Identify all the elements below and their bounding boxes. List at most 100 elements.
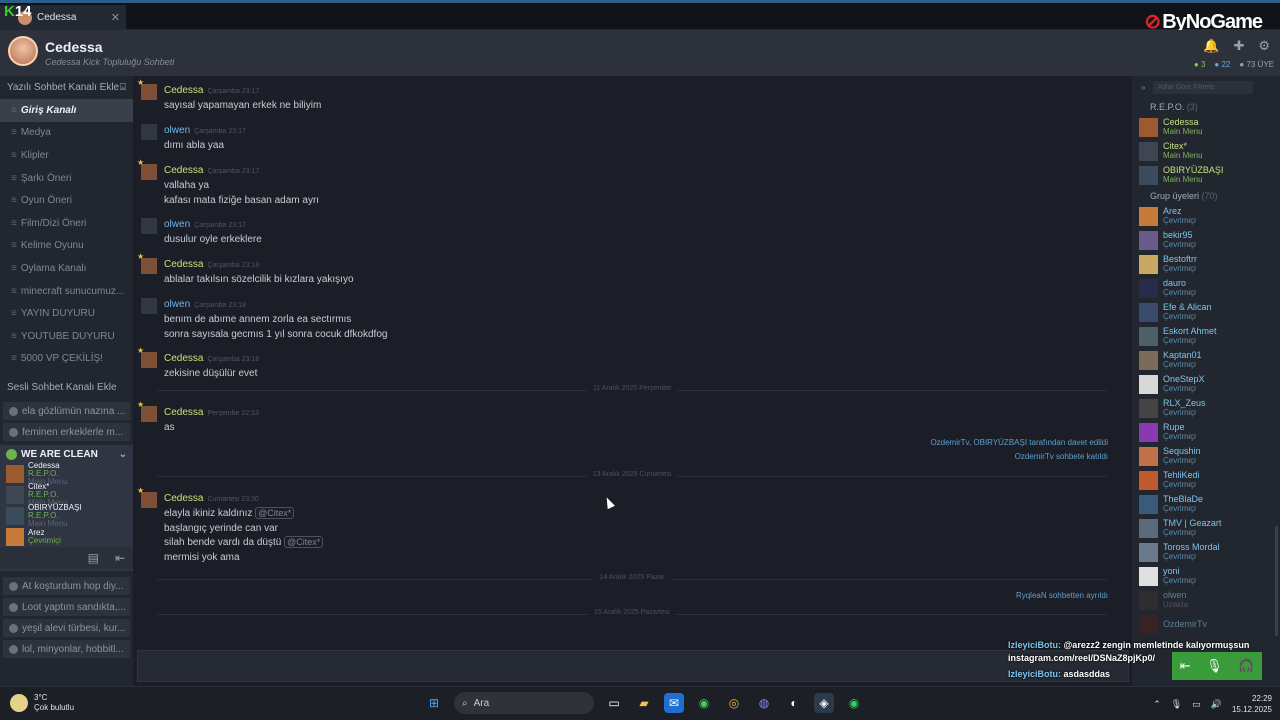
member-item[interactable]: Arez Çevrimiçi — [1132, 204, 1280, 228]
member-item[interactable]: OBIRYÜZBAŞI Main Menu — [1132, 163, 1280, 187]
member-item[interactable]: RLX_Zeus Çevrimiçi — [1132, 396, 1280, 420]
message-author[interactable]: Cedessa Çarşamba 23:18 — [164, 259, 259, 270]
avatar[interactable] — [141, 298, 157, 314]
channel-item[interactable]: ≡ Oyun Öneri — [0, 189, 133, 212]
channel-item[interactable]: ≡ YOUTUBE DUYURU — [0, 325, 133, 348]
message-author[interactable]: Cedessa Cumartesi 23:30 — [164, 493, 259, 504]
voice-channel-item[interactable]: ela gözlümün nazına ... — [3, 402, 130, 421]
voice-channel-item[interactable]: feminen erkeklerle m... — [3, 423, 130, 442]
voice-channel-item[interactable]: yeşil alevi türbesi, kur... — [3, 619, 130, 638]
voice-channel-item[interactable]: lol, minyonlar, hobbitl... — [3, 640, 130, 659]
spotify-icon[interactable]: ◉ — [844, 693, 864, 713]
overlay-chat-text: @arezz2 zengin memletinde kalıyormuşsun — [1063, 640, 1250, 650]
member-name: Rupe — [1163, 422, 1185, 432]
mention-tag[interactable]: @Citex* — [284, 536, 324, 548]
avatar[interactable] — [141, 124, 157, 140]
member-item[interactable]: OzdemirTv — [1132, 612, 1280, 636]
channel-item[interactable]: ≡ Klipler — [0, 144, 133, 167]
member-item[interactable]: TMV | Geazart Çevrimiçi — [1132, 516, 1280, 540]
avatar[interactable] — [137, 78, 157, 100]
member-item[interactable]: Citex* Main Menu — [1132, 139, 1280, 163]
channel-item[interactable]: ≡ Oylama Kanalı — [0, 257, 133, 280]
chrome-icon[interactable]: ◎ — [724, 693, 744, 713]
weather-widget[interactable]: 3°C Çok bulutlu — [10, 693, 74, 713]
member-item[interactable]: Kaptan01 Çevrimiçi — [1132, 348, 1280, 372]
message-author[interactable]: Cedessa Çarşamba 23:17 — [164, 165, 259, 176]
channel-item[interactable]: ≡ Kelime Oyunu — [0, 235, 133, 258]
network-icon[interactable]: ▭ — [1192, 699, 1201, 710]
bell-icon[interactable]: 🔔 — [1203, 38, 1219, 54]
voice-member-text: Arez Çevrimiçi — [28, 528, 61, 545]
message-line: silah bende vardı da düştü — [164, 537, 282, 548]
member-item[interactable]: TheBlaDe Çevrimiçi — [1132, 492, 1280, 516]
member-item[interactable]: Eskort Ahmet Çevrimiçi — [1132, 324, 1280, 348]
scrollbar[interactable] — [1275, 526, 1278, 636]
avatar[interactable] — [137, 400, 157, 422]
member-item[interactable]: TehliKedi Çevrimiçi — [1132, 468, 1280, 492]
windows-icon[interactable]: ⊞ — [424, 693, 444, 713]
collapse-icon[interactable]: » — [1141, 83, 1145, 92]
channel-item[interactable]: ≡ Giriş Kanalı — [0, 99, 133, 122]
voice-channel-item[interactable]: At koşturdum hop diy... — [3, 577, 130, 596]
clock[interactable]: 22:29 15.12.2025 — [1232, 693, 1272, 715]
chevron-up-icon[interactable]: ⌃ — [1153, 699, 1161, 710]
gear-icon[interactable]: ⚙ — [1258, 38, 1270, 54]
message-author[interactable]: Cedessa Çarşamba 23:18 — [164, 353, 259, 364]
channel-item[interactable]: ≡ Medya — [0, 122, 133, 145]
add-user-icon[interactable]: ✚ — [1233, 38, 1244, 54]
search-input[interactable]: ⌕ Ara — [454, 692, 594, 714]
member-item[interactable]: bekir95 Çevrimiçi — [1132, 228, 1280, 252]
voice-member[interactable]: Cedessa R.E.P.O. Main Menu — [0, 461, 133, 485]
filter-input[interactable]: Adlar Göre Filtrele — [1153, 80, 1254, 94]
member-item[interactable]: Sequshin Çevrimiçi — [1132, 444, 1280, 468]
member-item[interactable]: Rupe Çevrimiçi — [1132, 420, 1280, 444]
folder-icon[interactable]: ▰ — [634, 693, 654, 713]
voice-group[interactable]: WE ARE CLEAN ⌄ Cedessa R.E.P.O. Main Menu Ci… — [0, 445, 133, 572]
member-item[interactable]: Bestoftrr Çevrimiçi — [1132, 252, 1280, 276]
voice-channel-item[interactable]: Loot yaptım sandıkta,... — [3, 598, 130, 617]
channel-item[interactable]: ≡ Şarkı Öneri — [0, 167, 133, 190]
outlook-icon[interactable]: ✉ — [664, 693, 684, 713]
member-item[interactable]: Toross Mordal Çevrimiçi — [1132, 540, 1280, 564]
avatar[interactable] — [137, 346, 157, 368]
member-item[interactable]: Efe & Alican Çevrimiçi — [1132, 300, 1280, 324]
message-author[interactable]: olwen Çarşamba 23:17 — [164, 125, 246, 136]
member-item[interactable]: Cedessa Main Menu — [1132, 115, 1280, 139]
steam-icon[interactable]: ◈ — [814, 693, 834, 713]
member-text: olwen Uzakta — [1163, 591, 1188, 610]
voice-member[interactable]: Citex* R.E.P.O. Main Menu — [0, 482, 133, 506]
channel-item[interactable]: ≡ YAYIN DUYURU — [0, 302, 133, 325]
voice-member[interactable]: OBIRYÜZBAŞI R.E.P.O. Main Menu — [0, 503, 133, 527]
voice-member[interactable]: Arez Çevrimiçi — [0, 526, 133, 547]
channel-item[interactable]: ≡ minecraft sunucumuz... — [0, 280, 133, 303]
member-item[interactable]: yoni Çevrimiçi — [1132, 564, 1280, 588]
game-app-icon[interactable]: ◐ — [784, 693, 804, 713]
message-author[interactable]: olwen Çarşamba 23:18 — [164, 299, 246, 310]
task-view-icon[interactable]: ▭ — [604, 693, 624, 713]
avatar[interactable] — [137, 486, 157, 508]
message-author[interactable]: Cedessa Çarşamba 23:17 — [164, 85, 259, 96]
close-icon[interactable]: ✕ — [111, 11, 120, 24]
avatar[interactable] — [141, 218, 157, 234]
avatar[interactable] — [137, 252, 157, 274]
member-item[interactable]: dauro Çevrimiçi — [1132, 276, 1280, 300]
message-author[interactable]: Cedessa Perşembe 22:13 — [164, 407, 259, 418]
text-channel-section[interactable]: Yazılı Sohbet Kanalı Ekle ⌸ — [0, 76, 133, 99]
voice-channel-section[interactable]: Sesli Sohbet Kanalı Ekle — [0, 376, 133, 399]
avatar[interactable] — [137, 158, 157, 180]
discord-icon[interactable]: ◍ — [754, 693, 774, 713]
member-item[interactable]: OneStepX Çevrimiçi — [1132, 372, 1280, 396]
volume-icon[interactable]: 🔊 — [1211, 699, 1222, 710]
message-author[interactable]: olwen Çarşamba 23:17 — [164, 219, 246, 230]
channel-item[interactable]: ≡ 5000 VP ÇEKİLİŞ! — [0, 348, 133, 371]
channel-item[interactable]: ≡ Film/Dizi Öneri — [0, 212, 133, 235]
voice-group-name: WE ARE CLEAN — [21, 448, 98, 460]
taskbar: 3°C Çok bulutlu ⊞ ⌕ Ara ▭ ▰ ✉ ◉ ◎ ◍ ◐ ◈ ◉ … — [0, 686, 1280, 720]
message-input[interactable] — [137, 650, 1129, 682]
mic-tray-icon[interactable]: 🎙 — [1171, 699, 1182, 710]
mention-tag[interactable]: @Citex* — [255, 507, 295, 519]
member-item[interactable]: olwen Uzakta — [1132, 588, 1280, 612]
exit-icon[interactable]: ⇤ — [115, 551, 125, 565]
whatsapp-icon[interactable]: ◉ — [694, 693, 714, 713]
calendar-icon[interactable]: ▤ — [88, 551, 99, 565]
